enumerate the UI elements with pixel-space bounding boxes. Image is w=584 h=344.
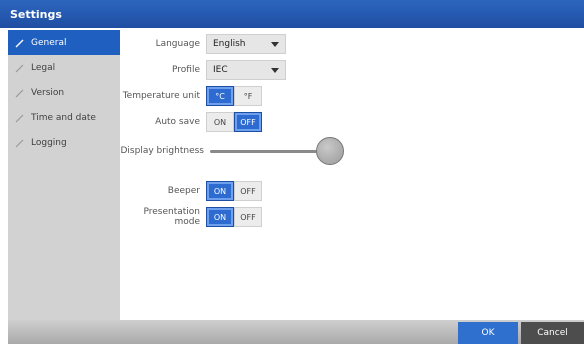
brightness-slider[interactable] <box>210 136 344 165</box>
sidebar-item-logging[interactable]: Logging <box>8 130 120 155</box>
auto-save-row: Auto save ON OFF <box>120 112 262 132</box>
language-dropdown[interactable]: English <box>206 34 286 54</box>
sidebar-item-label: Legal <box>31 62 56 73</box>
presentation-mode-label: Presentation mode <box>143 207 200 227</box>
sidebar-item-label: General <box>31 37 67 48</box>
language-label: Language <box>155 39 200 49</box>
sidebar-item-label: Time and date <box>31 112 96 123</box>
pencil-icon <box>15 139 24 147</box>
auto-save-on-button[interactable]: ON <box>206 112 234 132</box>
profile-row: Profile IEC <box>120 60 286 80</box>
presentation-mode-off-button[interactable]: OFF <box>234 207 262 227</box>
presentation-mode-on-button[interactable]: ON <box>206 207 234 227</box>
sidebar-item-label: Logging <box>31 137 67 148</box>
beeper-row: Beeper ON OFF <box>120 181 262 201</box>
window-title-bar: Settings <box>0 0 584 28</box>
window-title: Settings <box>10 7 62 21</box>
temperature-unit-label: Temperature unit <box>122 91 200 101</box>
display-brightness-label: Display brightness <box>120 146 204 156</box>
beeper-toggle: ON OFF <box>206 181 262 201</box>
pencil-icon <box>15 64 24 72</box>
profile-value: IEC <box>213 65 228 75</box>
sidebar-item-version[interactable]: Version <box>8 80 120 105</box>
footer-bar: OK Cancel <box>8 320 584 344</box>
temperature-unit-row: Temperature unit °C °F <box>120 86 262 106</box>
display-brightness-row: Display brightness <box>120 136 344 165</box>
pencil-icon <box>15 39 24 47</box>
celsius-button[interactable]: °C <box>206 86 234 106</box>
temperature-unit-toggle: °C °F <box>206 86 262 106</box>
profile-label: Profile <box>172 65 200 75</box>
fahrenheit-button[interactable]: °F <box>234 86 262 106</box>
presentation-mode-row: Presentation mode ON OFF <box>120 207 262 227</box>
settings-panel: Language English Profile IEC Temperature… <box>120 30 584 320</box>
beeper-off-button[interactable]: OFF <box>234 181 262 201</box>
brightness-slider-thumb[interactable] <box>316 136 344 165</box>
sidebar: General Legal Version Time and date Logg… <box>8 30 120 320</box>
pencil-icon <box>15 89 24 97</box>
presentation-mode-toggle: ON OFF <box>206 207 262 227</box>
profile-dropdown[interactable]: IEC <box>206 60 286 80</box>
auto-save-label: Auto save <box>155 117 200 127</box>
language-row: Language English <box>120 34 286 54</box>
auto-save-off-button[interactable]: OFF <box>234 112 262 132</box>
chevron-down-icon <box>271 67 279 73</box>
auto-save-toggle: ON OFF <box>206 112 262 132</box>
cancel-button[interactable]: Cancel <box>521 322 584 344</box>
beeper-on-button[interactable]: ON <box>206 181 234 201</box>
sidebar-item-time-and-date[interactable]: Time and date <box>8 105 120 130</box>
sidebar-item-legal[interactable]: Legal <box>8 55 120 80</box>
sidebar-item-label: Version <box>31 87 65 98</box>
chevron-down-icon <box>271 41 279 47</box>
beeper-label: Beeper <box>167 186 200 196</box>
language-value: English <box>213 39 246 49</box>
ok-button[interactable]: OK <box>458 322 518 344</box>
sidebar-item-general[interactable]: General <box>8 30 120 55</box>
pencil-icon <box>15 114 24 122</box>
